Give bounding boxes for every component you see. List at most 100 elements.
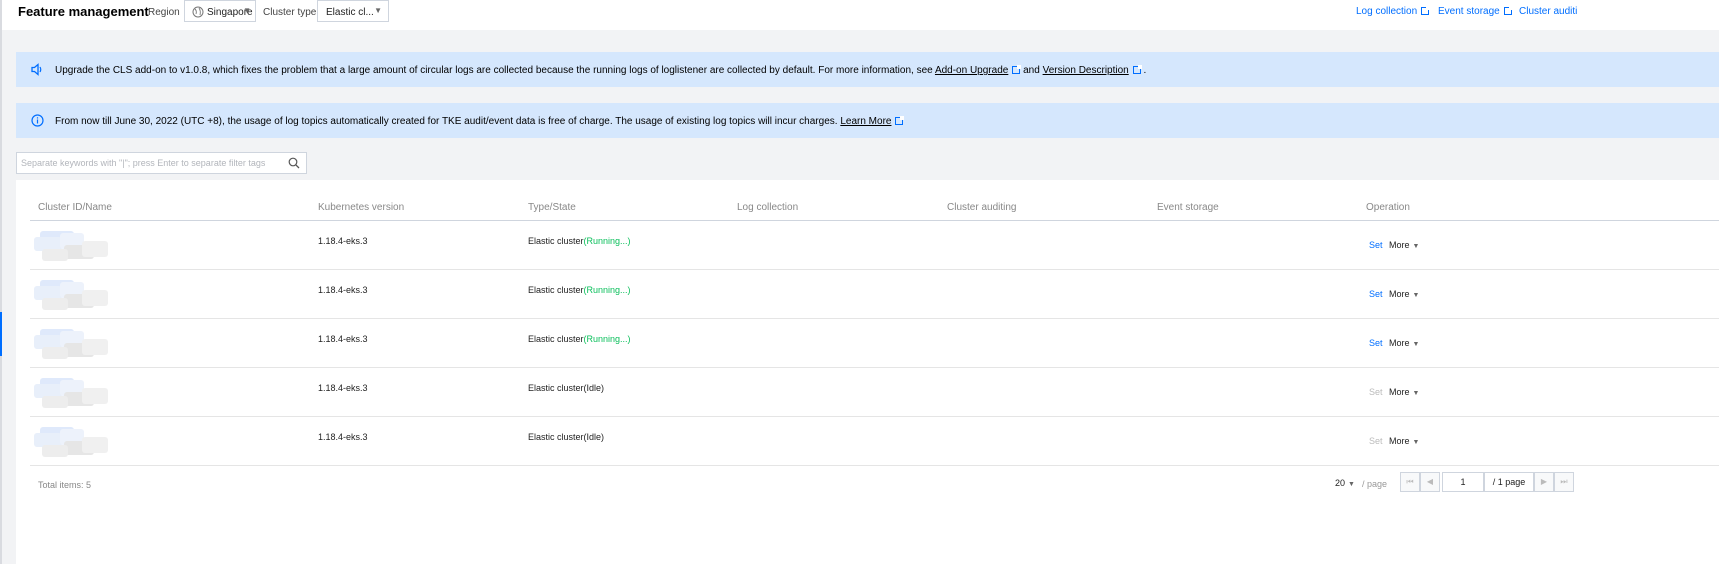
more-label: More bbox=[1389, 387, 1410, 397]
chevron-down-icon: ▼ bbox=[1412, 292, 1420, 299]
set-button: Set bbox=[1369, 436, 1383, 446]
cluster-auditing-link[interactable]: Cluster auditi bbox=[1519, 6, 1577, 17]
set-button[interactable]: Set bbox=[1369, 338, 1383, 348]
type-state-cell: Elastic cluster(Idle) bbox=[528, 432, 604, 442]
page-title: Feature management bbox=[18, 4, 149, 19]
more-dropdown[interactable]: More ▼ bbox=[1389, 289, 1419, 299]
chevron-down-icon: ▼ bbox=[1412, 341, 1420, 348]
chevron-down-icon: ▼ bbox=[374, 6, 382, 15]
cluster-type-select[interactable]: Elastic cl... ▼ bbox=[317, 0, 389, 22]
external-link-icon bbox=[1132, 65, 1142, 74]
k8s-version-cell: 1.18.4-eks.3 bbox=[318, 432, 368, 442]
cluster-type-value: Elastic cl... bbox=[326, 7, 374, 18]
globe-icon bbox=[192, 6, 204, 18]
more-dropdown[interactable]: More ▼ bbox=[1389, 338, 1419, 348]
upgrade-notice-banner: Upgrade the CLS add-on to v1.0.8, which … bbox=[16, 52, 1719, 87]
table-row: 1.18.4-eks.3 Elastic cluster(Running...) S… bbox=[30, 221, 1719, 270]
upgrade-notice-text: Upgrade the CLS add-on to v1.0.8, which … bbox=[55, 65, 935, 76]
speaker-icon bbox=[31, 63, 42, 76]
more-dropdown[interactable]: More ▼ bbox=[1389, 436, 1419, 446]
type-state-cell: Elastic cluster(Running...) bbox=[528, 334, 631, 344]
chevron-down-icon: ▼ bbox=[243, 6, 251, 15]
period-text: . bbox=[1143, 65, 1147, 76]
k8s-version-cell: 1.18.4-eks.3 bbox=[318, 383, 368, 393]
external-link-icon bbox=[895, 116, 905, 125]
cluster-state-text: (Running...) bbox=[583, 334, 631, 344]
type-state-cell: Elastic cluster(Idle) bbox=[528, 383, 604, 393]
first-page-button[interactable]: ⏮ bbox=[1400, 472, 1420, 492]
prev-page-button[interactable]: ◀ bbox=[1420, 472, 1440, 492]
table-row: 1.18.4-eks.3 Elastic cluster(Running...) S… bbox=[30, 270, 1719, 319]
cluster-state-text: (Running...) bbox=[583, 236, 631, 246]
page-number-input[interactable]: 1 bbox=[1442, 472, 1484, 492]
more-dropdown[interactable]: More ▼ bbox=[1389, 240, 1419, 250]
search-box bbox=[16, 152, 307, 174]
total-items: Total items: 5 bbox=[38, 480, 92, 490]
event-storage-link[interactable]: Event storage bbox=[1438, 6, 1513, 17]
chevron-down-icon: ▼ bbox=[1348, 481, 1355, 488]
table-row: 1.18.4-eks.3 Elastic cluster(Idle) Set More… bbox=[30, 417, 1719, 466]
cluster-id-redacted bbox=[34, 427, 108, 457]
set-button[interactable]: Set bbox=[1369, 240, 1383, 250]
free-usage-banner: From now till June 30, 2022 (UTC +8), th… bbox=[16, 103, 1719, 138]
cluster-type-label: Cluster type bbox=[263, 7, 317, 18]
top-bar: Feature management Region Singapore ▼ Cl… bbox=[2, 0, 1719, 30]
and-text: and bbox=[1023, 65, 1040, 76]
column-header-event-storage: Event storage bbox=[1157, 202, 1219, 213]
free-usage-text: From now till June 30, 2022 (UTC +8), th… bbox=[55, 116, 838, 127]
more-label: More bbox=[1389, 338, 1410, 348]
k8s-version-cell: 1.18.4-eks.3 bbox=[318, 334, 368, 344]
per-page-label: / page bbox=[1362, 479, 1388, 489]
column-header-log-collection: Log collection bbox=[737, 202, 799, 213]
chevron-down-icon: ▼ bbox=[1412, 243, 1420, 250]
column-header-cluster-auditing: Cluster auditing bbox=[947, 202, 1017, 213]
external-link-icon bbox=[1012, 65, 1022, 74]
learn-more-link[interactable]: Learn More bbox=[840, 116, 891, 127]
cluster-type-text: Elastic cluster bbox=[528, 236, 584, 246]
column-header-k8s-version: Kubernetes version bbox=[318, 202, 405, 213]
k8s-version-cell: 1.18.4-eks.3 bbox=[318, 236, 368, 246]
cluster-type-text: Elastic cluster bbox=[528, 334, 584, 344]
cluster-state-text: (Idle) bbox=[583, 432, 605, 442]
external-link-icon bbox=[1503, 6, 1513, 15]
column-header-cluster: Cluster ID/Name bbox=[38, 202, 112, 213]
type-state-cell: Elastic cluster(Running...) bbox=[528, 236, 631, 246]
more-label: More bbox=[1389, 240, 1410, 250]
column-header-operation: Operation bbox=[1366, 202, 1410, 213]
search-icon[interactable] bbox=[288, 157, 300, 169]
left-edge bbox=[0, 0, 2, 564]
search-input[interactable] bbox=[21, 156, 281, 170]
cluster-state-text: (Idle) bbox=[583, 383, 605, 393]
next-page-button[interactable]: ▶ bbox=[1534, 472, 1554, 492]
cluster-type-text: Elastic cluster bbox=[528, 383, 584, 393]
left-accent-bar bbox=[0, 312, 2, 356]
info-icon bbox=[31, 114, 44, 127]
table-row: 1.18.4-eks.3 Elastic cluster(Idle) Set More… bbox=[30, 368, 1719, 417]
set-button: Set bbox=[1369, 387, 1383, 397]
external-link-icon bbox=[1421, 6, 1431, 15]
region-select[interactable]: Singapore ▼ bbox=[184, 0, 256, 22]
chevron-down-icon: ▼ bbox=[1412, 390, 1420, 397]
page-total-label: / 1 page bbox=[1484, 472, 1534, 492]
addon-upgrade-link[interactable]: Add-on Upgrade bbox=[935, 65, 1008, 76]
page-size-select[interactable]: 20 ▼ bbox=[1335, 478, 1355, 488]
cluster-id-redacted bbox=[34, 378, 108, 408]
last-page-button[interactable]: ⏭ bbox=[1554, 472, 1574, 492]
cluster-id-redacted bbox=[34, 231, 108, 261]
log-collection-link[interactable]: Log collection bbox=[1356, 6, 1431, 17]
more-dropdown[interactable]: More ▼ bbox=[1389, 387, 1419, 397]
chevron-down-icon: ▼ bbox=[1412, 439, 1420, 446]
cluster-state-text: (Running...) bbox=[583, 285, 631, 295]
type-state-cell: Elastic cluster(Running...) bbox=[528, 285, 631, 295]
version-description-link[interactable]: Version Description bbox=[1043, 65, 1129, 76]
cluster-id-redacted bbox=[34, 280, 108, 310]
cluster-table-card: Cluster ID/Name Kubernetes version Type/… bbox=[16, 180, 1719, 564]
region-label: Region bbox=[148, 7, 180, 18]
k8s-version-cell: 1.18.4-eks.3 bbox=[318, 285, 368, 295]
more-label: More bbox=[1389, 436, 1410, 446]
column-header-type-state: Type/State bbox=[528, 202, 576, 213]
set-button[interactable]: Set bbox=[1369, 289, 1383, 299]
more-label: More bbox=[1389, 289, 1410, 299]
table-row: 1.18.4-eks.3 Elastic cluster(Running...) S… bbox=[30, 319, 1719, 368]
cluster-type-text: Elastic cluster bbox=[528, 285, 584, 295]
